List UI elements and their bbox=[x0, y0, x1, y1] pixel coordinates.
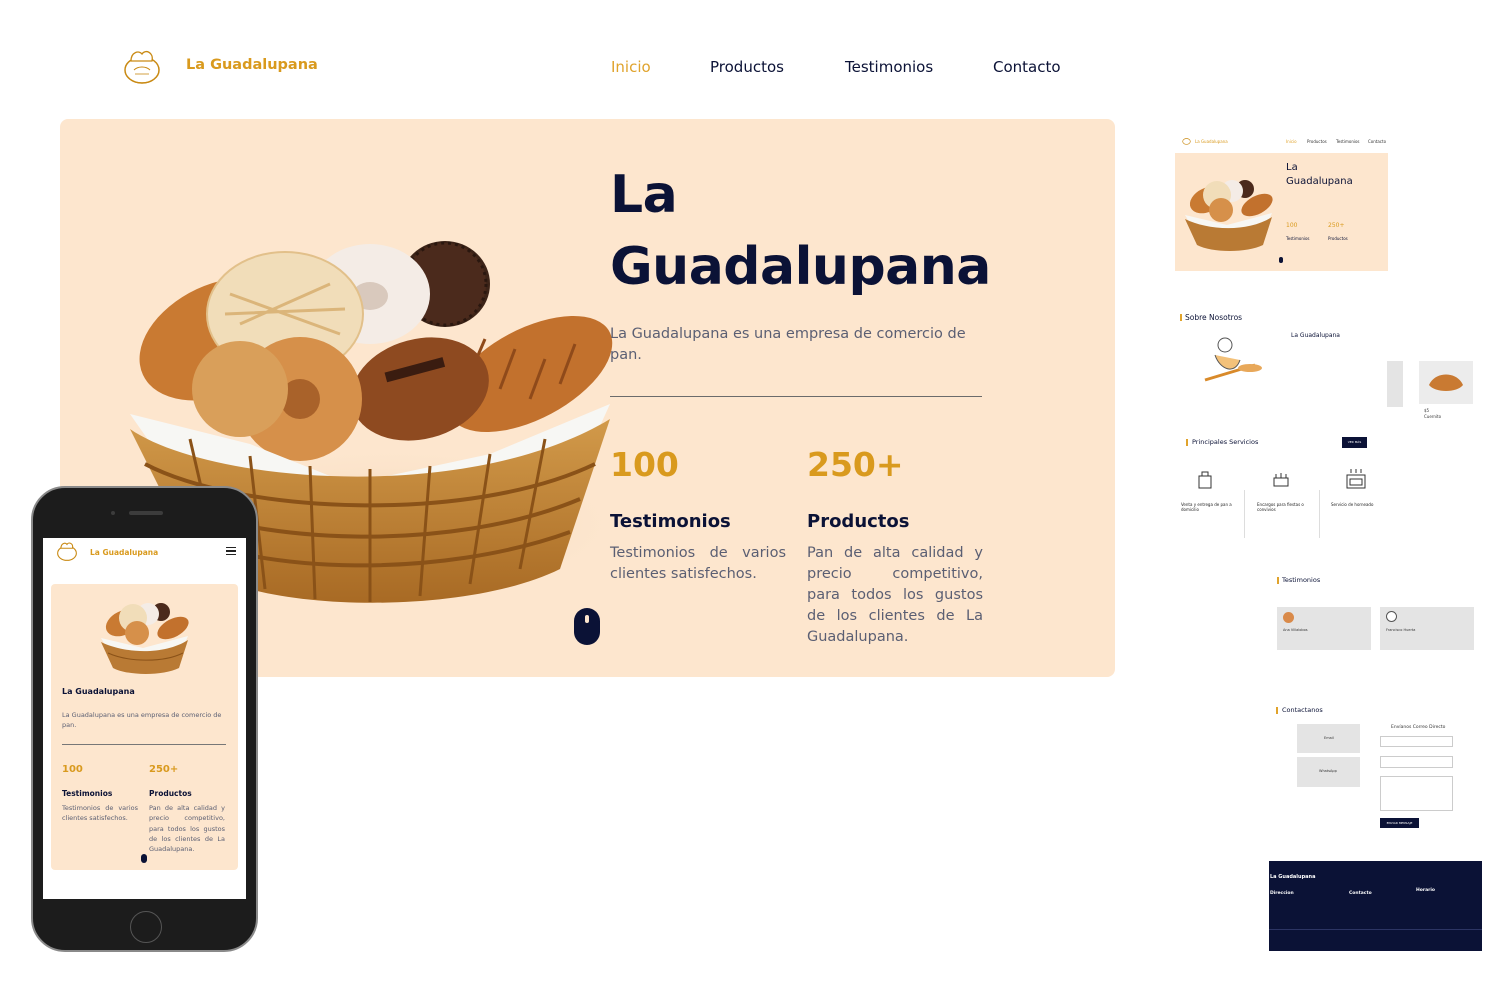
mobile-hero-card: La Guadalupana La Guadalupana es una emp… bbox=[51, 584, 238, 870]
phone-camera bbox=[111, 511, 115, 515]
thumb-testimonios-heading: Testimonios bbox=[1282, 576, 1321, 584]
thumb-product-card bbox=[1419, 361, 1473, 404]
thumb-whatsapp-card: WhatsApp bbox=[1297, 757, 1360, 787]
nav-productos[interactable]: Productos bbox=[710, 58, 784, 76]
thumb-contacto-heading: Contactanos bbox=[1282, 706, 1323, 714]
mobile-stat-testimonios-number: 100 bbox=[62, 764, 83, 775]
thumb-stat-2-title: Productos bbox=[1328, 236, 1348, 241]
thumb-contact-form-title: Envíanos Correo Directo bbox=[1391, 725, 1446, 730]
mobile-stat-productos-number: 250+ bbox=[149, 764, 179, 775]
thumb-brand: La Guadalupana bbox=[1195, 139, 1228, 144]
mobile-stat-productos-text: Pan de alta calidad y precio competitivo… bbox=[149, 804, 225, 854]
thumb-hero: La Guadalupana 100 250+ Testimonios Prod… bbox=[1175, 153, 1388, 271]
thumb-accent-bar bbox=[1277, 577, 1279, 584]
thumb-product-card bbox=[1387, 361, 1403, 407]
thumb-send-button: ENVIAR MENSAJE bbox=[1380, 818, 1419, 828]
bread-basket-image bbox=[101, 603, 189, 674]
thumb-nav-testimonios: Testimonios bbox=[1336, 139, 1360, 144]
mobile-stat-productos-title: Productos bbox=[149, 789, 192, 798]
thumb-service-2: Encargos para fiestas o convivios bbox=[1257, 502, 1304, 512]
thumb-servicios-button: VER MÁS bbox=[1342, 437, 1367, 448]
bread-basket-image bbox=[1185, 180, 1273, 251]
thumb-testimonial-card: Ana Villalobos bbox=[1277, 607, 1371, 650]
thumb-nav-productos: Productos bbox=[1307, 139, 1327, 144]
nav-testimonios[interactable]: Testimonios bbox=[845, 58, 933, 76]
phone-screen: La Guadalupana La Guadalupana La Guadalu… bbox=[43, 538, 246, 899]
baker-illustration bbox=[1204, 337, 1262, 382]
mouse-scroll-icon bbox=[1279, 257, 1283, 263]
phone-speaker bbox=[129, 511, 163, 515]
stat-testimonios-number: 100 bbox=[610, 445, 679, 484]
thumb-testimonial-card: Francisco Huerta bbox=[1380, 607, 1474, 650]
thumb-accent-bar bbox=[1186, 439, 1188, 446]
thumb-hero-title: La Guadalupana bbox=[1286, 162, 1353, 187]
stat-testimonios-text: Testimonios de varios clientes satisfech… bbox=[610, 545, 786, 582]
thumb-divider bbox=[1244, 490, 1245, 538]
thumb-sobre-title: La Guadalupana bbox=[1291, 332, 1340, 339]
mobile-hero-description: La Guadalupana es una empresa de comerci… bbox=[62, 711, 222, 729]
thumb-servicios-heading: Principales Servicios bbox=[1192, 438, 1259, 446]
thumb-sobre-heading: Sobre Nosotros bbox=[1185, 313, 1243, 322]
thumb-nav-contacto: Contacto bbox=[1368, 139, 1387, 144]
phone-home-button bbox=[130, 911, 162, 943]
nav-contacto[interactable]: Contacto bbox=[993, 58, 1061, 76]
thumb-product-name: Cuernito bbox=[1424, 414, 1442, 419]
thumb-input bbox=[1380, 756, 1453, 768]
bread-bag-icon bbox=[1198, 471, 1212, 489]
thumb-stat-1: 100 bbox=[1286, 222, 1298, 229]
thumb-footer: La Guadalupana Direccion Contacto Horari… bbox=[1269, 861, 1482, 951]
nav-inicio[interactable]: Inicio bbox=[611, 58, 651, 76]
thumb-product-price: $5 bbox=[1424, 408, 1430, 413]
mouse-scroll-icon[interactable] bbox=[574, 608, 600, 645]
hamburger-menu-icon[interactable] bbox=[226, 547, 236, 555]
stat-productos-text: Pan de alta calidad y precio competitivo… bbox=[807, 545, 983, 645]
stat-testimonios-title: Testimonios bbox=[610, 511, 731, 532]
thumb-divider bbox=[1319, 490, 1320, 538]
oven-icon bbox=[1346, 469, 1366, 489]
thumb-accent-bar bbox=[1180, 314, 1182, 321]
avatar bbox=[1283, 612, 1294, 623]
brand-name[interactable]: La Guadalupana bbox=[186, 57, 318, 73]
croissant-image bbox=[1429, 374, 1463, 391]
thumb-input bbox=[1380, 736, 1453, 747]
mobile-divider bbox=[62, 744, 226, 745]
cake-icon bbox=[1273, 473, 1289, 487]
thumb-stat-1-title: Testimonios bbox=[1286, 236, 1310, 241]
thumb-nav-inicio: Inicio bbox=[1286, 139, 1297, 144]
phone-mockup: La Guadalupana La Guadalupana La Guadalu… bbox=[31, 486, 258, 952]
mobile-stat-testimonios-title: Testimonios bbox=[62, 789, 113, 798]
avatar bbox=[1386, 611, 1397, 622]
hero-divider bbox=[610, 396, 982, 397]
thumb-service-3: Servicio de horneado bbox=[1331, 502, 1374, 507]
hero-title: La Guadalupana bbox=[610, 165, 991, 297]
hero-description: La Guadalupana es una empresa de comerci… bbox=[610, 326, 966, 363]
thumb-textarea bbox=[1380, 776, 1453, 811]
thumb-stat-2: 250+ bbox=[1328, 222, 1345, 229]
stat-productos-title: Productos bbox=[807, 511, 910, 532]
thumb-accent-bar bbox=[1276, 707, 1278, 714]
mobile-brand-name[interactable]: La Guadalupana bbox=[90, 548, 158, 557]
mobile-stat-testimonios-text: Testimonios de varios clientes satisfech… bbox=[62, 804, 138, 823]
mobile-hero-title: La Guadalupana bbox=[62, 687, 135, 696]
bakery-logo-icon bbox=[1182, 138, 1191, 145]
mouse-scroll-icon[interactable] bbox=[141, 854, 147, 863]
bakery-logo-icon[interactable] bbox=[122, 46, 162, 86]
stat-productos-number: 250+ bbox=[807, 445, 904, 484]
thumb-email-card: Email bbox=[1297, 724, 1360, 753]
thumb-service-1: Venta y entrega de pan a domicilio bbox=[1181, 502, 1232, 512]
bakery-logo-icon[interactable] bbox=[56, 540, 78, 562]
